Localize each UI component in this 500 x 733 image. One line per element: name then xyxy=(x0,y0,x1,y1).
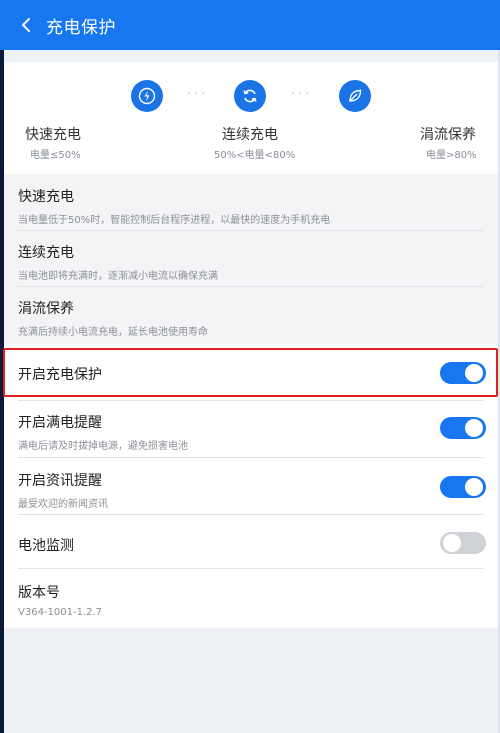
info-row-trickle: 涓流保养 充满后持续小电流充电，延长电池使用寿命 xyxy=(18,298,484,338)
full-charge-reminder-toggle[interactable] xyxy=(440,417,486,439)
mode-continuous-range: 50%<电量<80% xyxy=(214,150,296,161)
divider xyxy=(18,286,484,287)
info-row-title: 快速充电 xyxy=(18,189,74,205)
info-row-desc: 充满后持续小电流充电，延长电池使用寿命 xyxy=(18,327,208,338)
info-row-title: 连续充电 xyxy=(18,245,74,261)
setting-news-reminder[interactable]: 开启资讯提醒 最受欢迎的新闻资讯 xyxy=(18,470,484,510)
setting-battery-monitor[interactable]: 电池监测 xyxy=(18,535,484,555)
toggle-knob xyxy=(443,534,461,552)
mode-continuous-name: 连续充电 xyxy=(222,127,278,143)
main-content: ··· ··· 快速充电 电量≤50% 连续充电 50%<电量<80% 涓流保养… xyxy=(4,62,498,628)
version-number: V364-1001-1.2.7 xyxy=(18,607,103,618)
title-bar: 充电保护 xyxy=(0,0,500,50)
mode-fast-name: 快速充电 xyxy=(25,127,81,143)
mode-trickle-name: 涓流保养 xyxy=(420,127,476,143)
setting-full-charge-reminder[interactable]: 开启满电提醒 满电后请及时拔掉电源，避免损害电池 xyxy=(18,412,484,452)
setting-title: 开启满电提醒 xyxy=(18,415,102,431)
info-row-title: 涓流保养 xyxy=(18,301,74,317)
setting-title: 版本号 xyxy=(18,585,60,601)
lightning-icon xyxy=(131,80,163,112)
progress-dots: ··· xyxy=(291,87,313,102)
progress-dots: ··· xyxy=(187,87,209,102)
battery-monitor-toggle[interactable] xyxy=(440,532,486,554)
chevron-left-icon xyxy=(22,18,30,32)
divider xyxy=(18,400,484,401)
setting-title: 电池监测 xyxy=(18,538,74,554)
mode-descriptions: 快速充电 当电量低于50%时，智能控制后台程序进程，以最快的速度为手机充电 连续… xyxy=(4,174,498,344)
info-row-desc: 当电池即将充满时，逐渐减小电流以确保充满 xyxy=(18,271,218,282)
divider xyxy=(18,230,484,231)
mode-fast-range: 电量≤50% xyxy=(30,150,81,161)
news-reminder-toggle[interactable] xyxy=(440,476,486,498)
highlight-box xyxy=(3,348,498,397)
refresh-icon xyxy=(234,80,266,112)
info-row-desc: 当电量低于50%时，智能控制后台程序进程，以最快的速度为手机充电 xyxy=(18,215,331,226)
page-title: 充电保护 xyxy=(46,17,116,38)
setting-title: 开启资讯提醒 xyxy=(18,473,102,489)
setting-desc: 满电后请及时拔掉电源，避免损害电池 xyxy=(18,441,188,452)
toggle-knob xyxy=(465,478,483,496)
divider xyxy=(18,568,484,569)
divider xyxy=(18,514,484,515)
charging-modes: ··· ··· 快速充电 电量≤50% 连续充电 50%<电量<80% 涓流保养… xyxy=(4,62,498,174)
divider xyxy=(18,457,484,458)
setting-version: 版本号 V364-1001-1.2.7 xyxy=(18,582,484,618)
mode-trickle-range: 电量>80% xyxy=(426,150,477,161)
info-row-continuous: 连续充电 当电池即将充满时，逐渐减小电流以确保充满 xyxy=(18,242,484,282)
back-button[interactable] xyxy=(6,0,46,50)
setting-desc: 最受欢迎的新闻资讯 xyxy=(18,499,108,510)
toggle-knob xyxy=(465,419,483,437)
info-row-fast: 快速充电 当电量低于50%时，智能控制后台程序进程，以最快的速度为手机充电 xyxy=(18,186,484,226)
leaf-icon xyxy=(339,80,371,112)
